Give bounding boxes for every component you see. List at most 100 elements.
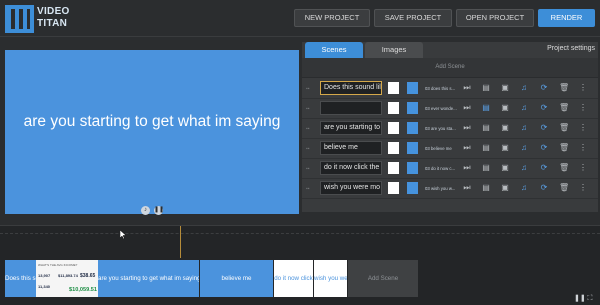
add-scene-button[interactable]: Add Scene — [302, 58, 598, 78]
more-icon[interactable]: ⋮ — [578, 103, 588, 113]
background-color-swatch[interactable] — [407, 182, 418, 194]
music-icon[interactable]: ♫ — [519, 143, 529, 153]
drag-handle-icon[interactable]: ▪▪ — [306, 86, 310, 92]
regenerate-icon[interactable]: ⟳ — [539, 83, 549, 93]
volume-icon[interactable]: ♪ — [141, 206, 150, 215]
audio-file-link[interactable]: 03 wish you w... — [425, 186, 457, 191]
regenerate-icon[interactable]: ⟳ — [539, 123, 549, 133]
background-color-swatch[interactable] — [407, 122, 418, 134]
video-icon[interactable]: ▣ — [500, 103, 510, 113]
drag-handle-icon[interactable]: ▪▪ — [306, 146, 310, 152]
music-icon[interactable]: ♫ — [519, 163, 529, 173]
image-icon[interactable]: ▤ — [481, 143, 491, 153]
fullscreen-icon[interactable]: ⛶ — [586, 295, 594, 302]
image-icon[interactable]: ▤ — [481, 83, 491, 93]
text-color-swatch[interactable] — [388, 142, 399, 154]
text-color-swatch[interactable] — [388, 102, 399, 114]
project-settings-link[interactable]: Project settings — [547, 45, 595, 52]
more-icon[interactable]: ⋮ — [578, 183, 588, 193]
text-color-swatch[interactable] — [388, 182, 399, 194]
skip-forward-icon[interactable]: ⏭ — [462, 123, 472, 133]
scene-text-input[interactable]: believe me — [320, 141, 382, 155]
timeline-clip[interactable]: are you starting to get what im saying — [98, 260, 199, 297]
skip-forward-icon[interactable]: ⏭ — [462, 143, 472, 153]
video-icon[interactable]: ▣ — [500, 123, 510, 133]
timeline-add-scene[interactable]: Add Scene — [348, 260, 418, 297]
music-icon[interactable]: ♫ — [519, 123, 529, 133]
tab-images[interactable]: Images — [365, 42, 423, 58]
top-bar: VIDEO TITAN NEW PROJECT SAVE PROJECT OPE… — [0, 0, 600, 37]
skip-forward-icon[interactable]: ⏭ — [462, 83, 472, 93]
timeline-clip[interactable]: wish you were — [314, 260, 347, 297]
drag-handle-icon[interactable]: ▪▪ — [306, 106, 310, 112]
audio-file-link[interactable]: 03 ever wonde... — [425, 106, 457, 111]
drag-handle-icon[interactable]: ▪▪ — [306, 166, 310, 172]
playhead[interactable] — [180, 226, 181, 258]
drag-handle-icon[interactable]: ▪▪ — [306, 126, 310, 132]
more-icon[interactable]: ⋮ — [578, 83, 588, 93]
pause-icon[interactable]: ❚❚ — [574, 295, 586, 302]
skip-forward-icon[interactable]: ⏭ — [462, 103, 472, 113]
background-color-swatch[interactable] — [407, 142, 418, 154]
video-icon[interactable]: ▣ — [500, 183, 510, 193]
image-clip-value: $11,893.74 — [58, 273, 78, 278]
drag-handle-icon[interactable]: ▪▪ — [306, 186, 310, 192]
background-color-swatch[interactable] — [407, 162, 418, 174]
logo-line-1: VIDEO — [37, 6, 70, 17]
text-color-swatch[interactable] — [388, 162, 399, 174]
app-logo: VIDEO TITAN — [5, 5, 69, 33]
regenerate-icon[interactable]: ⟳ — [539, 163, 549, 173]
tab-scenes[interactable]: Scenes — [305, 42, 363, 58]
video-icon[interactable]: ▣ — [500, 83, 510, 93]
timeline-image-clip[interactable]: WHAT'S THE AVG INCOME? 13,907 $11,893.74… — [36, 260, 98, 297]
delete-icon[interactable]: 🗑 — [559, 123, 569, 133]
background-color-swatch[interactable] — [407, 82, 418, 94]
timeline-clip[interactable]: do it now click — [274, 260, 313, 297]
more-icon[interactable]: ⋮ — [578, 143, 588, 153]
timeline-clip[interactable]: Does this sound — [5, 260, 36, 297]
more-icon[interactable]: ⋮ — [578, 163, 588, 173]
more-icon[interactable]: ⋮ — [578, 123, 588, 133]
scene-text-input[interactable] — [320, 101, 382, 115]
new-project-button[interactable]: NEW PROJECT — [294, 9, 370, 27]
timeline-clip[interactable]: believe me — [200, 260, 273, 297]
audio-file-link[interactable]: 03 do it now c... — [425, 166, 457, 171]
image-icon[interactable]: ▤ — [481, 163, 491, 173]
delete-icon[interactable]: 🗑 — [559, 163, 569, 173]
video-preview[interactable]: are you starting to get what im saying — [5, 50, 299, 214]
audio-file-link[interactable]: 03 are you sta... — [425, 126, 457, 131]
regenerate-icon[interactable]: ⟳ — [539, 143, 549, 153]
regenerate-icon[interactable]: ⟳ — [539, 103, 549, 113]
image-icon[interactable]: ▤ — [481, 183, 491, 193]
audio-file-link[interactable]: 03 believe me — [425, 146, 457, 151]
delete-icon[interactable]: 🗑 — [559, 183, 569, 193]
delete-icon[interactable]: 🗑 — [559, 143, 569, 153]
scene-text-input[interactable]: Does this sound lil — [320, 81, 382, 95]
text-color-swatch[interactable] — [388, 82, 399, 94]
image-icon[interactable]: ▤ — [481, 103, 491, 113]
open-project-button[interactable]: OPEN PROJECT — [456, 9, 534, 27]
skip-forward-icon[interactable]: ⏭ — [462, 163, 472, 173]
music-icon[interactable]: ♫ — [519, 103, 529, 113]
render-button[interactable]: RENDER — [538, 9, 595, 27]
image-clip-header: WHAT'S THE AVG INCOME? — [38, 263, 78, 267]
video-icon[interactable]: ▣ — [500, 163, 510, 173]
image-icon[interactable]: ▤ — [481, 123, 491, 133]
scene-text-input[interactable]: are you starting to — [320, 121, 382, 135]
delete-icon[interactable]: 🗑 — [559, 83, 569, 93]
music-icon[interactable]: ♫ — [519, 83, 529, 93]
scene-row: ▪▪ 03 ever wonde... ⏭ ▤ ▣ ♫ ⟳ 🗑 ⋮ — [302, 99, 598, 119]
text-color-swatch[interactable] — [388, 122, 399, 134]
background-color-swatch[interactable] — [407, 102, 418, 114]
audio-file-link[interactable]: 03 does this s... — [425, 86, 457, 91]
regenerate-icon[interactable]: ⟳ — [539, 183, 549, 193]
save-project-button[interactable]: SAVE PROJECT — [374, 9, 452, 27]
timeline[interactable]: Does this sound WHAT'S THE AVG INCOME? 1… — [0, 225, 600, 305]
skip-forward-icon[interactable]: ⏭ — [462, 183, 472, 193]
music-icon[interactable]: ♫ — [519, 183, 529, 193]
video-icon[interactable]: ▣ — [500, 143, 510, 153]
scene-text-input[interactable]: wish you were mo — [320, 181, 382, 195]
scene-text-input[interactable]: do it now click the — [320, 161, 382, 175]
pause-icon[interactable]: ❚❚ — [154, 206, 164, 215]
delete-icon[interactable]: 🗑 — [559, 103, 569, 113]
